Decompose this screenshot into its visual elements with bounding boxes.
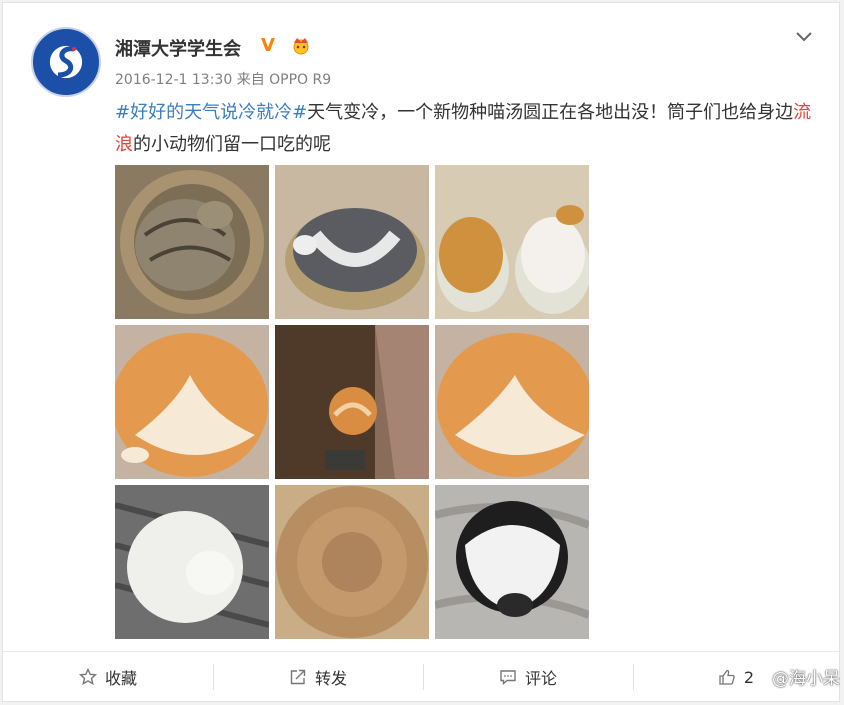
repost-button[interactable]: 转发 <box>213 652 423 702</box>
chevron-down-icon[interactable] <box>793 25 815 47</box>
post-text-part1: 天气变冷，一个新物种喵汤圆正在各地出没！筒子们也给身边 <box>307 102 794 123</box>
photo-4[interactable] <box>115 325 269 479</box>
comment-label: 评论 <box>524 669 557 688</box>
crown-icon <box>293 38 309 55</box>
share-icon <box>290 669 306 685</box>
comment-button[interactable]: 评论 <box>423 652 633 702</box>
photo-9[interactable] <box>435 485 589 639</box>
star-icon <box>78 668 97 686</box>
photo-6[interactable] <box>435 325 589 479</box>
author-name[interactable]: 湘潭大学学生会 <box>115 35 241 61</box>
post-text: #好好的天气说冷就冷#天气变冷，一个新物种喵汤圆正在各地出没！筒子们也给身边流浪… <box>115 97 815 161</box>
weibo-post-card: 湘潭大学学生会 V 2016-12-1 13:30 来自 OPPO R9 #好好… <box>2 2 840 702</box>
photo-2[interactable] <box>275 165 429 319</box>
photo-5[interactable] <box>275 325 429 479</box>
repost-label: 转发 <box>314 669 347 688</box>
photo-7[interactable] <box>115 485 269 639</box>
verified-badge-icon: V <box>261 35 275 56</box>
photo-8[interactable] <box>275 485 429 639</box>
thumb-up-icon <box>719 669 735 685</box>
action-bar: 收藏 转发 评论 2 <box>3 651 839 702</box>
post-text-part2: 的小动物们留一口吃的呢 <box>133 134 331 155</box>
favorite-button[interactable]: 收藏 <box>3 652 213 702</box>
photo-1[interactable] <box>115 165 269 319</box>
photo-3[interactable] <box>435 165 589 319</box>
like-count: 2 <box>743 667 755 687</box>
watermark: @海小呆 <box>772 669 840 689</box>
avatar[interactable] <box>31 27 101 97</box>
favorite-label: 收藏 <box>104 669 137 688</box>
university-logo-icon <box>57 46 76 78</box>
hashtag-link[interactable]: #好好的天气说冷就冷# <box>115 102 307 123</box>
comment-icon <box>500 670 516 686</box>
photo-grid <box>115 165 591 639</box>
post-meta: 2016-12-1 13:30 来自 OPPO R9 <box>115 72 332 88</box>
